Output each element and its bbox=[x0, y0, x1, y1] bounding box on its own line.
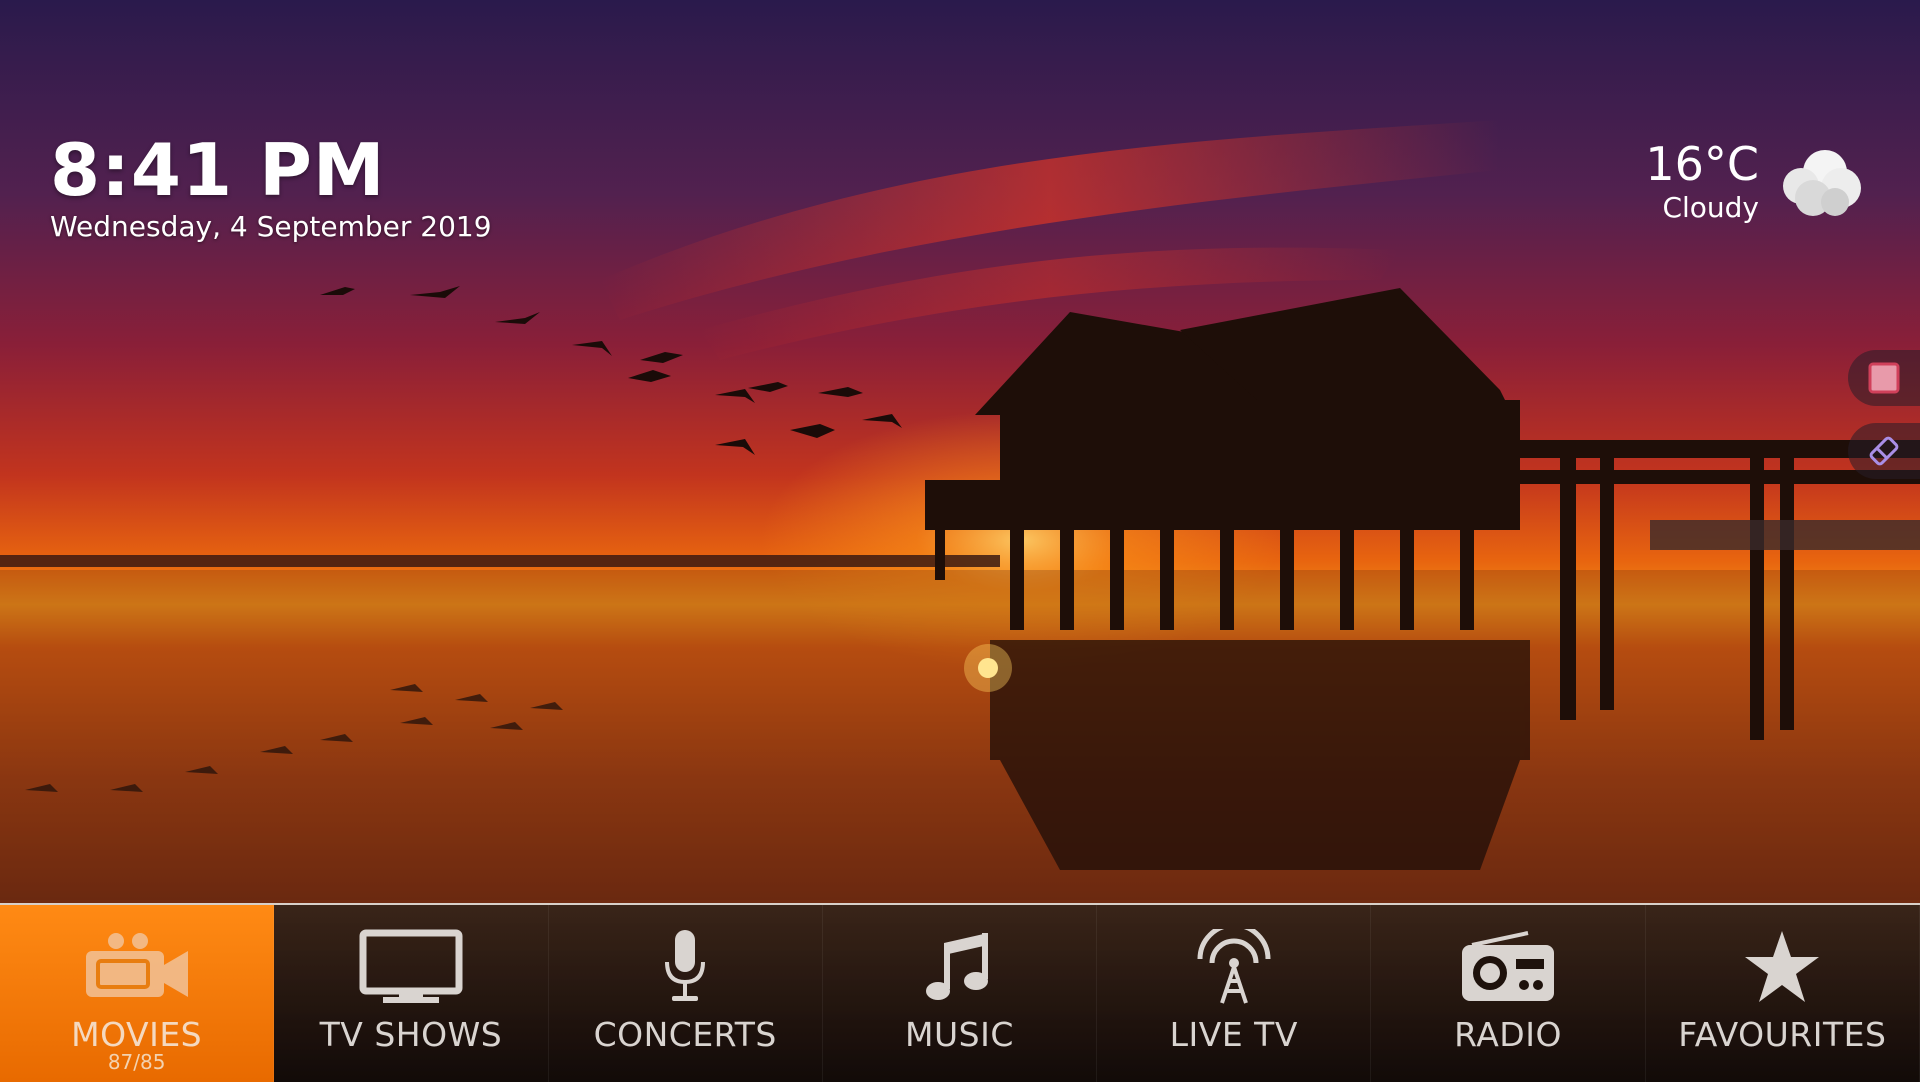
menu-item-music[interactable]: MUSIC bbox=[822, 905, 1098, 1082]
radio-icon bbox=[1462, 931, 1555, 1001]
clock-date: Wednesday, 4 September 2019 bbox=[50, 210, 492, 243]
menu-item-movies[interactable]: MOVIES 87/85 bbox=[0, 905, 275, 1082]
antenna-icon bbox=[1197, 929, 1271, 1004]
clock-time: 8:41 PM bbox=[50, 128, 386, 212]
menu-item-radio[interactable]: RADIO bbox=[1371, 905, 1646, 1082]
menu-item-tv-shows[interactable]: TV SHOWS bbox=[274, 905, 549, 1082]
menu-item-favourites[interactable]: FAVOURITES bbox=[1645, 905, 1920, 1082]
menu-item-concerts[interactable]: CONCERTS bbox=[548, 905, 823, 1082]
star-icon bbox=[1745, 931, 1820, 1002]
eraser-button[interactable] bbox=[1848, 423, 1920, 479]
tv-icon bbox=[359, 929, 463, 1003]
menu-item-live-tv[interactable]: LIVE TV bbox=[1097, 905, 1372, 1082]
clock-widget: 8:41 PM Wednesday, 4 September 2019 bbox=[50, 130, 492, 244]
weather-condition: Cloudy bbox=[1662, 191, 1759, 224]
eraser-icon bbox=[1869, 436, 1899, 466]
cloud-icon bbox=[1783, 150, 1861, 216]
menu-item-label: RADIO bbox=[1454, 1015, 1562, 1054]
menu-item-label: TV SHOWS bbox=[319, 1015, 503, 1054]
stop-button[interactable] bbox=[1848, 350, 1920, 406]
movie-camera-icon bbox=[85, 933, 188, 997]
weather-temperature: 16°C bbox=[1645, 137, 1759, 191]
menu-item-label: LIVE TV bbox=[1169, 1015, 1298, 1054]
stop-square-icon bbox=[1868, 362, 1900, 394]
weather-widget[interactable]: 16°C Cloudy bbox=[1645, 138, 1865, 226]
microphone-icon bbox=[665, 930, 706, 1001]
menu-item-label: MUSIC bbox=[905, 1015, 1014, 1054]
music-note-icon bbox=[926, 933, 989, 1000]
menu-item-label: FAVOURITES bbox=[1678, 1015, 1887, 1054]
menu-item-label: MOVIES bbox=[71, 1015, 203, 1054]
menu-item-label: CONCERTS bbox=[593, 1015, 777, 1054]
movies-count: 87/85 bbox=[107, 1050, 166, 1074]
main-menu: MOVIES 87/85 TV SHOWS CONCERTS MUSIC LIV… bbox=[0, 903, 1920, 1082]
